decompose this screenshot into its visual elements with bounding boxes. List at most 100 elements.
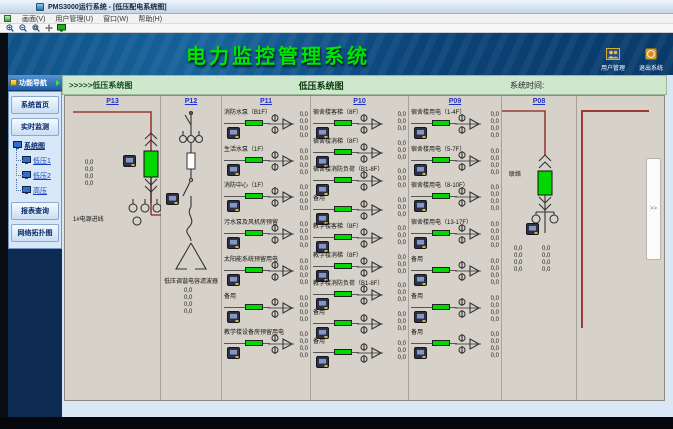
- feeder-label: 宿舍楼消梯（8F）: [313, 139, 362, 146]
- switch-symbols-icon: [357, 142, 385, 164]
- screen-icon[interactable]: [57, 24, 66, 32]
- meter-icon[interactable]: [227, 346, 240, 364]
- breaker-closed-indicator[interactable]: [334, 177, 352, 183]
- breaker-closed-indicator[interactable]: [245, 340, 263, 346]
- breaker-closed-indicator[interactable]: [432, 340, 450, 346]
- measurement-value: 0,0: [300, 149, 308, 156]
- breaker-closed-indicator[interactable]: [432, 120, 450, 126]
- measurement-value: 0,0: [491, 156, 499, 163]
- app-title: 电力监控管理系统: [186, 40, 370, 69]
- meter-icon[interactable]: [227, 273, 240, 291]
- measurement-value: 0,0: [491, 303, 499, 310]
- meter-icon[interactable]: [123, 154, 136, 172]
- breaker-closed-indicator[interactable]: [334, 263, 352, 269]
- feeder-row: 太阳能系统预留用电0,00,00,00,0: [222, 256, 310, 293]
- collapse-arrow-icon[interactable]: [56, 80, 60, 86]
- meter-icon[interactable]: [166, 192, 179, 210]
- sidebar-item-realtime[interactable]: 实时监测: [11, 118, 59, 136]
- meter-icon[interactable]: [414, 163, 427, 181]
- meter-icon[interactable]: [227, 236, 240, 254]
- breaker-closed-indicator[interactable]: [334, 349, 352, 355]
- column-label[interactable]: P12: [161, 98, 221, 105]
- feeder-row: 宿舍楼用电（8-10F）0,00,00,00,0: [409, 182, 501, 219]
- measurement-value: 0,0: [398, 119, 406, 126]
- breaker-closed-indicator[interactable]: [245, 267, 263, 273]
- sidebar-item-hv[interactable]: 高压: [22, 186, 60, 196]
- mdi-child-icon[interactable]: [4, 15, 11, 22]
- column-label[interactable]: P13: [65, 98, 160, 105]
- measurement-value: 0,0: [491, 192, 499, 199]
- measurement-value: 0,0: [300, 332, 308, 339]
- measurement-value: 0,0: [300, 280, 308, 287]
- breaker-closed-indicator[interactable]: [432, 157, 450, 163]
- meter-icon[interactable]: [414, 273, 427, 291]
- breaker-closed-indicator[interactable]: [334, 149, 352, 155]
- exit-system-button[interactable]: 退出系统: [639, 48, 663, 72]
- expand-panel-button[interactable]: >>: [646, 158, 661, 260]
- breaker-closed-indicator[interactable]: [432, 193, 450, 199]
- sidebar-item-lv1[interactable]: 低压1: [22, 156, 60, 166]
- breaker-closed-indicator[interactable]: [245, 157, 263, 163]
- pan-icon[interactable]: [44, 24, 53, 32]
- feeder-label: 备用: [411, 257, 423, 264]
- meter-icon[interactable]: [227, 126, 240, 144]
- column-label[interactable]: P08: [502, 98, 576, 105]
- feeder-label: 备用: [411, 294, 423, 301]
- meter-icon[interactable]: [414, 126, 427, 144]
- measurement-value: 0,0: [300, 339, 308, 346]
- column-label[interactable]: P10: [311, 98, 408, 105]
- meter-icon[interactable]: [414, 236, 427, 254]
- feeder-column-spare: >>: [577, 96, 664, 400]
- meter-icon[interactable]: [414, 346, 427, 364]
- column-label[interactable]: P09: [409, 98, 501, 105]
- switch-symbols-icon: [455, 113, 483, 135]
- breaker-closed-indicator[interactable]: [334, 320, 352, 326]
- breaker-closed-indicator[interactable]: [245, 193, 263, 199]
- main-area: >>>>>低压系统图 低压系统图 系统时间: P130,00,00,00,01#…: [62, 75, 667, 417]
- breaker-closed-indicator[interactable]: [334, 120, 352, 126]
- menu-item[interactable]: 帮助(H): [133, 14, 167, 24]
- menu-item[interactable]: 画面(V): [17, 14, 50, 24]
- breaker-closed-indicator[interactable]: [245, 304, 263, 310]
- meter-icon[interactable]: [526, 222, 539, 240]
- breaker-closed-indicator[interactable]: [334, 234, 352, 240]
- switch-symbols-icon: [268, 186, 296, 208]
- feeder-row: 宿舍楼用电（1-4F）0,00,00,00,0: [409, 109, 501, 146]
- meter-icon[interactable]: [227, 163, 240, 181]
- menu-item[interactable]: 窗口(W): [98, 14, 133, 24]
- breaker-closed-indicator[interactable]: [432, 267, 450, 273]
- sidebar-header[interactable]: 功能导航: [8, 75, 62, 91]
- measurement-value: 0,0: [398, 240, 406, 247]
- zoom-window-icon[interactable]: [31, 24, 40, 32]
- sidebar-item-reports[interactable]: 报表查询: [11, 202, 59, 220]
- breaker-closed-indicator[interactable]: [432, 304, 450, 310]
- zoom-in-icon[interactable]: [5, 24, 14, 32]
- measurement-value: 0,0: [491, 332, 499, 339]
- sidebar: 功能导航 系统首页 实时监测 系统图 低压1低压2高压 报表查询 网络拓扑图: [8, 75, 62, 417]
- breaker-closed-indicator[interactable]: [432, 230, 450, 236]
- feeder-label: 备用: [313, 339, 325, 346]
- measurement-value: 0,0: [300, 236, 308, 243]
- column-label[interactable]: P11: [222, 98, 310, 105]
- sidebar-item-topology[interactable]: 网络拓扑图: [11, 224, 59, 242]
- meter-icon[interactable]: [414, 310, 427, 328]
- measurement-value: 0,0: [300, 199, 308, 206]
- monitor-icon: [22, 171, 31, 181]
- meter-icon[interactable]: [316, 355, 329, 373]
- zoom-out-icon[interactable]: [18, 24, 27, 32]
- breaker-closed-indicator[interactable]: [334, 206, 352, 212]
- feeder-row: 备用0,00,00,0: [311, 338, 408, 367]
- sidebar-item-lv2[interactable]: 低压2: [22, 171, 60, 181]
- breaker-closed-indicator[interactable]: [245, 120, 263, 126]
- monitor-icon: [22, 186, 31, 196]
- meter-icon[interactable]: [227, 310, 240, 328]
- measurement-value: 0,0: [398, 355, 406, 362]
- meter-icon[interactable]: [414, 199, 427, 217]
- user-management-button[interactable]: 用户管理: [601, 48, 625, 72]
- switch-symbols-icon: [357, 284, 385, 306]
- menu-item[interactable]: 用户管理(U): [50, 14, 98, 24]
- sidebar-item-home[interactable]: 系统首页: [11, 96, 59, 114]
- breaker-closed-indicator[interactable]: [334, 291, 352, 297]
- breaker-closed-indicator[interactable]: [245, 230, 263, 236]
- meter-icon[interactable]: [227, 199, 240, 217]
